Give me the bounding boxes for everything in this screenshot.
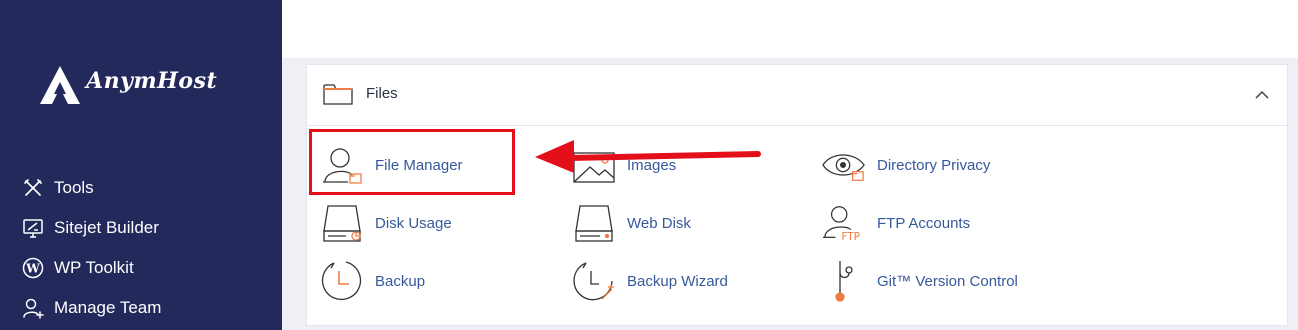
- logo-mark-icon: [40, 66, 80, 104]
- chevron-up-icon[interactable]: [1255, 87, 1269, 105]
- svg-text:FTP: FTP: [841, 231, 860, 243]
- file-manager-highlight-box: [309, 129, 515, 195]
- files-panel-title: Files: [366, 85, 398, 102]
- web-disk-link[interactable]: Web Disk: [572, 201, 691, 245]
- sidebar-nav: Tools Sitejet Builder W WP Toolkit Manag…: [20, 168, 161, 328]
- sidebar-item-label: Tools: [54, 178, 94, 197]
- wordpress-icon: W: [20, 255, 46, 281]
- item-label: Backup: [375, 272, 426, 290]
- web-disk-icon: [572, 201, 616, 245]
- brand-name: AnymHost: [86, 68, 218, 94]
- directory-privacy-icon: [822, 143, 866, 187]
- item-label: FTP Accounts: [877, 214, 971, 232]
- sidebar-item-label: Manage Team: [54, 298, 162, 317]
- backup-wizard-link[interactable]: Backup Wizard: [572, 259, 728, 303]
- sidebar-item-sitejet-builder[interactable]: Sitejet Builder: [20, 208, 161, 248]
- brand-logo[interactable]: AnymHost: [38, 64, 218, 106]
- sidebar: AnymHost Tools Sitejet Builder W WP Tool…: [0, 0, 282, 330]
- backup-icon: [320, 259, 364, 303]
- ftp-accounts-icon: FTP: [822, 201, 866, 245]
- files-panel: Files: [306, 64, 1288, 326]
- svg-text:W: W: [25, 262, 40, 276]
- sidebar-item-label: WP Toolkit: [54, 258, 134, 277]
- item-label: Git™ Version Control: [877, 272, 1018, 290]
- manage-team-icon: [20, 295, 46, 321]
- sidebar-item-label: Sitejet Builder: [54, 218, 159, 237]
- disk-usage-link[interactable]: Disk Usage: [320, 201, 452, 245]
- tools-icon: [20, 175, 46, 201]
- sidebar-item-manage-team[interactable]: Manage Team: [20, 288, 161, 328]
- disk-usage-icon: [320, 201, 364, 245]
- backup-link[interactable]: Backup: [320, 259, 425, 303]
- item-label: Directory Privacy: [877, 156, 991, 174]
- sidebar-item-tools[interactable]: Tools: [20, 168, 161, 208]
- item-label: Web Disk: [627, 214, 691, 232]
- git-icon: [822, 259, 866, 303]
- sitejet-icon: [20, 215, 46, 241]
- item-label: Disk Usage: [375, 214, 452, 232]
- files-panel-header[interactable]: Files: [307, 65, 1287, 126]
- item-label: Backup Wizard: [627, 272, 728, 290]
- ftp-accounts-link[interactable]: FTP FTP Accounts: [822, 201, 970, 245]
- folder-icon: [323, 83, 353, 110]
- backup-wizard-icon: [572, 259, 616, 303]
- red-arrow-annotation: [535, 140, 761, 173]
- git-version-control-link[interactable]: Git™ Version Control: [822, 259, 1018, 303]
- top-content-area: [282, 0, 1298, 58]
- directory-privacy-link[interactable]: Directory Privacy: [822, 143, 990, 187]
- sidebar-item-wp-toolkit[interactable]: W WP Toolkit: [20, 248, 161, 288]
